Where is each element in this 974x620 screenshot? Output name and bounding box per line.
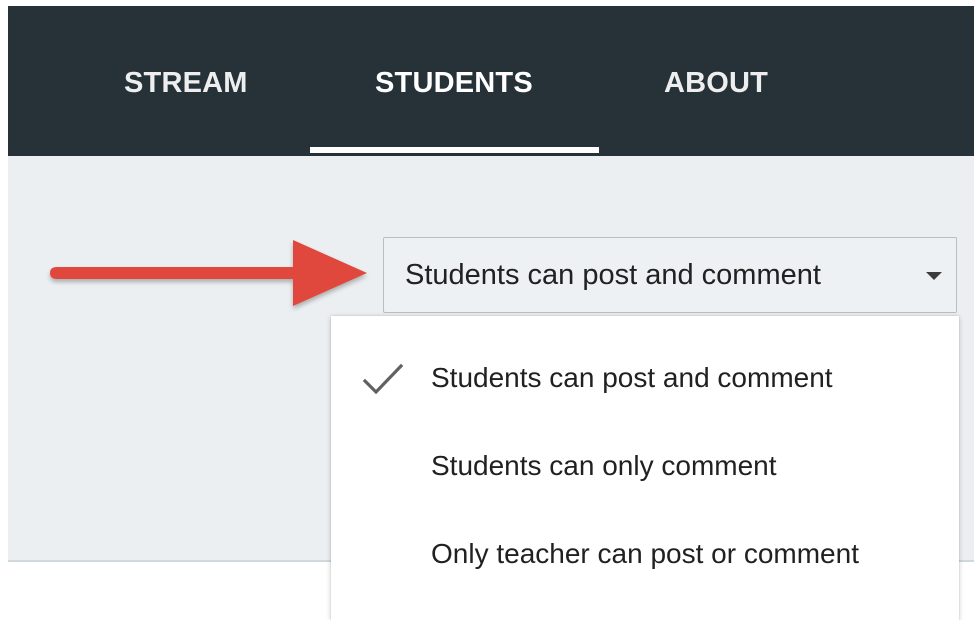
tab-stream[interactable]: STREAM (124, 58, 248, 108)
dropdown-selected-label: Students can post and comment (405, 259, 821, 291)
red-arrow-icon (50, 240, 367, 306)
check-icon (362, 363, 404, 395)
stream-permission-menu: Students can post and comment Students c… (331, 316, 959, 620)
caret-down-icon (926, 272, 942, 280)
class-top-nav-bar: STREAM STUDENTS ABOUT (8, 6, 974, 156)
active-tab-indicator (310, 147, 599, 153)
menu-item-label: Students can only comment (431, 450, 777, 481)
menu-item-only-comment[interactable]: Students can only comment (331, 422, 959, 510)
menu-item-label: Only teacher can post or comment (431, 538, 859, 569)
menu-item-teacher-only[interactable]: Only teacher can post or comment (331, 510, 959, 598)
menu-item-post-and-comment[interactable]: Students can post and comment (331, 334, 959, 422)
tab-about[interactable]: ABOUT (664, 58, 768, 108)
stream-permission-dropdown[interactable]: Students can post and comment (383, 237, 957, 313)
menu-item-label: Students can post and comment (431, 362, 833, 393)
tab-students[interactable]: STUDENTS (375, 58, 533, 108)
